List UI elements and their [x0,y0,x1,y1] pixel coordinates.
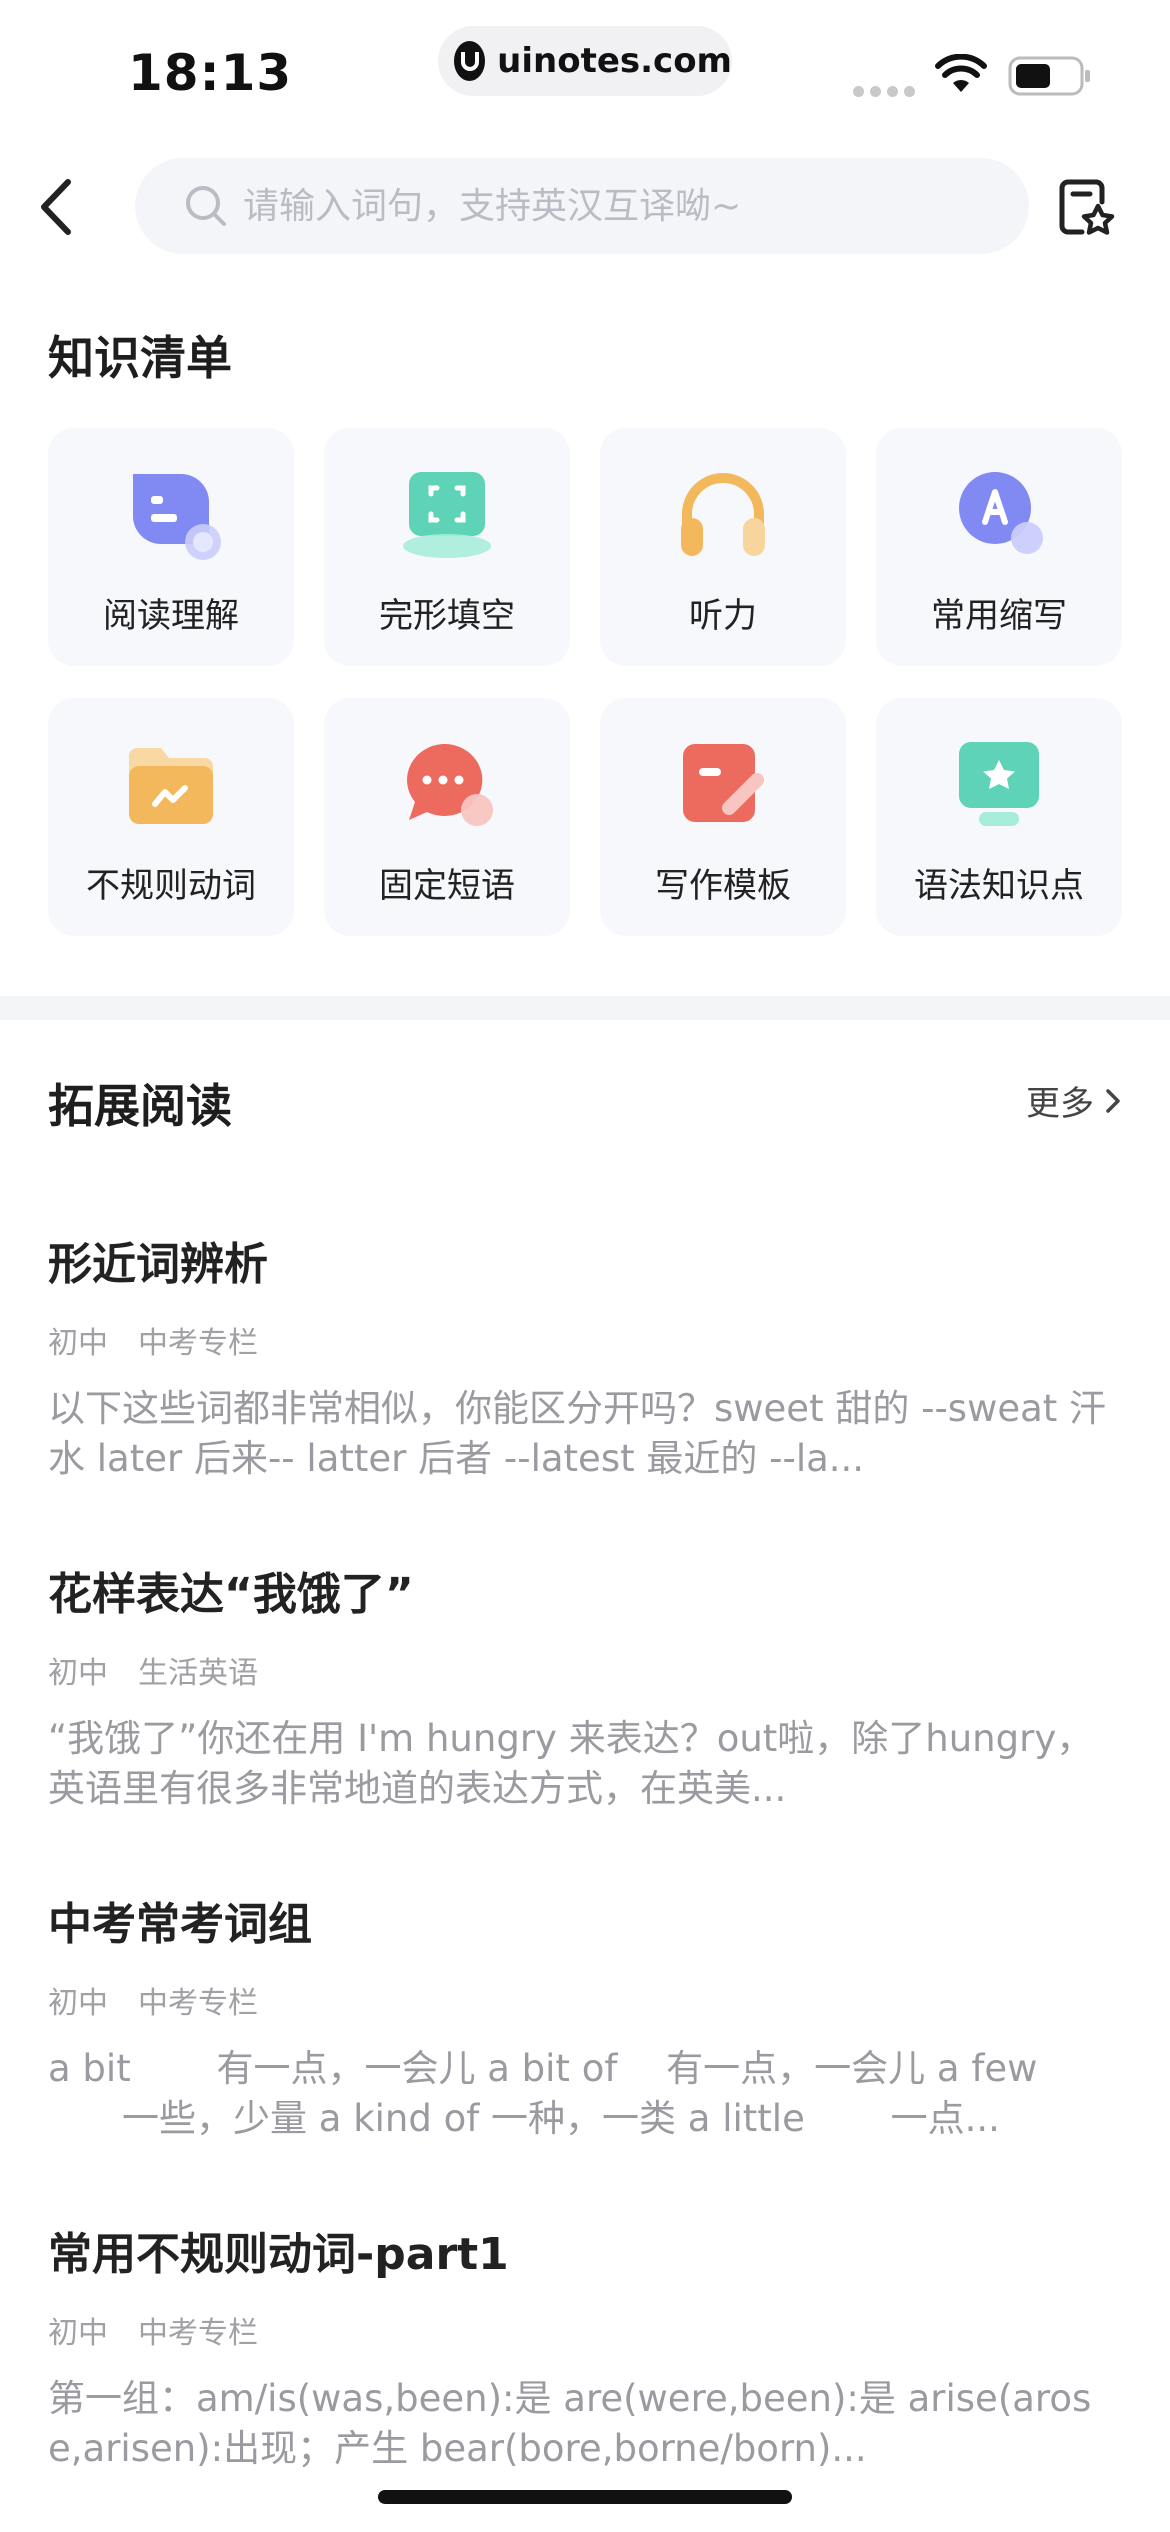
article-item[interactable]: 花样表达“我饿了” 初中 生活英语 “我饿了”你还在用 I'm hungry 来… [48,1558,1122,1814]
tile-irregular-verbs[interactable]: 不规则动词 [48,698,294,936]
tag-grade: 初中 [48,1986,108,2021]
tag-category: 中考专栏 [138,1986,258,2021]
article-description: a bit 有一点，一会儿 a bit of 有一点，一会儿 a few 一些，… [48,2047,1038,2140]
status-time: 18:13 [128,44,293,102]
reading-icon [121,464,221,564]
page: 18:13 uinotes.com 请输入词句，支持英汉互译呦~ 知识清单 阅读… [0,0,1170,2532]
tag-category: 中考专栏 [138,1326,258,1361]
tag-grade: 初中 [48,1326,108,1361]
article-title: 花样表达“我饿了” [48,1569,414,1620]
tile-reading[interactable]: 阅读理解 [48,428,294,666]
abbreviation-icon [949,464,1049,564]
article-title: 形近词辨析 [48,1239,268,1290]
tag-grade: 初中 [48,2316,108,2351]
tile-label: 语法知识点 [914,866,1084,906]
tile-label: 完形填空 [379,596,515,636]
article-title: 中考常考词组 [48,1899,312,1950]
more-link[interactable]: 更多 [1026,1076,1122,1125]
tag-grade: 初中 [48,1656,108,1691]
tile-label: 不规则动词 [86,866,256,906]
section-divider [0,996,1170,1020]
url-text: uinotes.com [497,41,732,81]
chat-icon [397,734,497,834]
url-pill[interactable]: uinotes.com [438,26,732,96]
back-icon[interactable] [30,172,90,242]
knowledge-grid: 阅读理解 完形填空 听力 常用缩写 不规则动词 固定短语 写作模板 语法知识点 [48,428,1122,936]
article-description: 以下这些词都非常相似，你能区分开吗？sweet 甜的 --sweat 汗水 la… [48,1387,1107,1480]
headphones-icon [673,464,773,564]
more-label: 更多 [1026,1084,1094,1124]
article-tags: 初中 中考专栏 [48,1318,1122,1362]
tile-fixed-phrases[interactable]: 固定短语 [324,698,570,936]
writing-icon [673,734,773,834]
cloze-icon [397,464,497,564]
article-tags: 初中 中考专栏 [48,1978,1122,2022]
battery-icon [1008,56,1090,96]
tile-label: 阅读理解 [103,596,239,636]
tile-label: 听力 [689,596,757,636]
status-bar: 18:13 uinotes.com [0,0,1170,140]
search-icon [186,186,226,226]
article-tags: 初中 生活英语 [48,1648,1122,1692]
tile-listening[interactable]: 听力 [600,428,846,666]
search-input[interactable] [243,185,983,227]
article-tags: 初中 中考专栏 [48,2308,1122,2352]
article-title: 常用不规则动词-part1 [48,2229,509,2280]
home-indicator[interactable] [378,2490,792,2504]
tile-cloze[interactable]: 完形填空 [324,428,570,666]
tile-label: 常用缩写 [931,596,1067,636]
folder-icon [121,734,221,834]
tile-label: 写作模板 [655,866,791,906]
article-item[interactable]: 形近词辨析 初中 中考专栏 以下这些词都非常相似，你能区分开吗？sweet 甜的… [48,1228,1122,1484]
grammar-icon [949,734,1049,834]
tile-grammar[interactable]: 语法知识点 [876,698,1122,936]
bookmark-star-icon[interactable] [1056,176,1116,238]
article-item[interactable]: 常用不规则动词-part1 初中 中考专栏 第一组：am/is(was,been… [48,2218,1122,2474]
reading-section-title: 拓展阅读 [48,1079,232,1133]
tile-abbreviation[interactable]: 常用缩写 [876,428,1122,666]
tag-category: 中考专栏 [138,2316,258,2351]
signal-icon [853,86,915,97]
search-bar[interactable] [135,158,1029,254]
tile-writing-template[interactable]: 写作模板 [600,698,846,936]
article-item[interactable]: 中考常考词组 初中 中考专栏 a bit 有一点，一会儿 a bit of 有一… [48,1888,1122,2144]
wifi-icon [935,54,987,92]
article-description: 第一组：am/is(was,been):是 are(were,been):是 a… [48,2377,1092,2470]
chevron-right-icon [1106,1088,1120,1113]
tag-category: 生活英语 [138,1656,258,1691]
tile-label: 固定短语 [379,866,515,906]
article-description: “我饿了”你还在用 I'm hungry 来表达？out啦，除了hungry，英… [48,1717,1094,1810]
site-logo-icon [454,41,486,81]
knowledge-section-title: 知识清单 [48,331,232,385]
